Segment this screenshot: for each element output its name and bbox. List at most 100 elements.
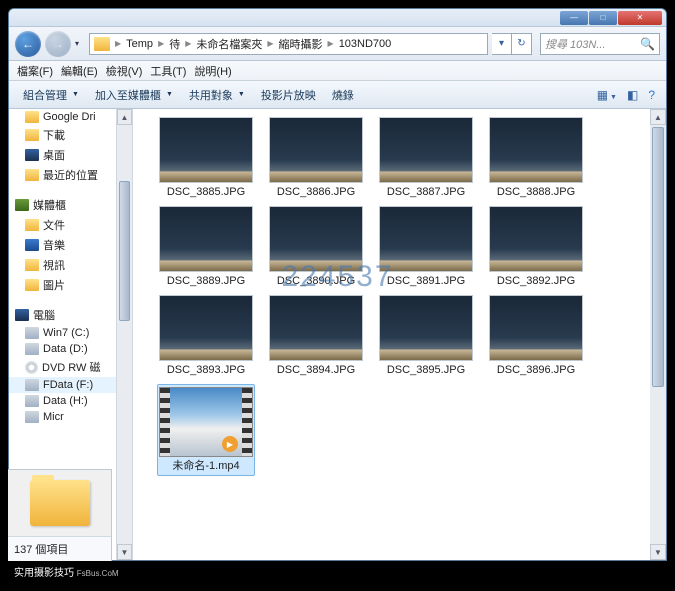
menu-help[interactable]: 說明(H): [192, 63, 233, 79]
address-dropdown-button[interactable]: ▾: [492, 33, 512, 55]
tree-item-desktop[interactable]: 桌面: [9, 145, 116, 165]
address-bar[interactable]: ▶ Temp ▶ 待 ▶ 未命名檔案夾 ▶ 縮時攝影 ▶ 103ND700: [89, 33, 488, 55]
tree-item-dvd[interactable]: DVD RW 磁: [9, 357, 116, 377]
maximize-button[interactable]: □: [589, 11, 617, 25]
file-item[interactable]: DSC_3885.JPG: [157, 117, 255, 198]
chevron-right-icon[interactable]: ▶: [158, 39, 164, 48]
organize-button[interactable]: 組合管理▼: [15, 87, 87, 103]
scroll-down-button[interactable]: ▼: [650, 544, 666, 560]
file-item[interactable]: DSC_3891.JPG: [377, 206, 475, 287]
watermark-corner: 实用摄影技巧 FsBus.CoM: [8, 562, 125, 581]
recent-icon: [25, 169, 39, 181]
image-thumbnail: [269, 117, 363, 183]
libraries-icon: [15, 199, 29, 211]
file-item[interactable]: DSC_3886.JPG: [267, 117, 365, 198]
file-label: DSC_3885.JPG: [167, 186, 245, 198]
nav-bar: ← → ▾ ▶ Temp ▶ 待 ▶ 未命名檔案夾 ▶ 縮時攝影 ▶ 103ND…: [9, 27, 666, 61]
burn-button[interactable]: 燒錄: [324, 87, 362, 103]
tree-item-music[interactable]: 音樂: [9, 235, 116, 255]
file-item[interactable]: DSC_3893.JPG: [157, 295, 255, 376]
tree-item-recent[interactable]: 最近的位置: [9, 165, 116, 185]
tree-item-computer[interactable]: 電腦: [9, 305, 116, 325]
file-label: DSC_3892.JPG: [497, 275, 575, 287]
tree-scrollbar[interactable]: ▲ ▼: [117, 109, 133, 560]
menu-file[interactable]: 檔案(F): [15, 63, 55, 79]
file-item[interactable]: DSC_3890.JPG: [267, 206, 365, 287]
scroll-thumb[interactable]: [119, 181, 130, 321]
file-item-selected[interactable]: ▶ 未命名-1.mp4: [157, 384, 255, 476]
file-label: DSC_3895.JPG: [387, 364, 465, 376]
breadcrumb[interactable]: 縮時攝影: [279, 36, 323, 52]
tree-item-documents[interactable]: 文件: [9, 215, 116, 235]
tree-item-gdrive[interactable]: Google Dri: [9, 109, 116, 125]
tree-item-drive-d[interactable]: Data (D:): [9, 341, 116, 357]
preview-pane-button[interactable]: ◧: [622, 88, 643, 102]
scroll-thumb[interactable]: [652, 127, 664, 387]
downloads-icon: [25, 129, 39, 141]
titlebar: — □ ✕: [9, 9, 666, 27]
search-icon[interactable]: 🔍: [640, 37, 655, 51]
nav-history-dropdown[interactable]: ▾: [75, 39, 85, 48]
file-item[interactable]: DSC_3894.JPG: [267, 295, 365, 376]
file-label: DSC_3894.JPG: [277, 364, 355, 376]
file-label: DSC_3886.JPG: [277, 186, 355, 198]
chevron-right-icon[interactable]: ▶: [328, 39, 334, 48]
file-item[interactable]: DSC_3889.JPG: [157, 206, 255, 287]
menu-view[interactable]: 檢視(V): [104, 63, 145, 79]
menu-edit[interactable]: 編輯(E): [59, 63, 100, 79]
close-button[interactable]: ✕: [618, 11, 662, 25]
search-placeholder: 搜尋 103N...: [545, 36, 606, 52]
file-item[interactable]: DSC_3888.JPG: [487, 117, 585, 198]
music-icon: [25, 239, 39, 251]
file-scrollbar[interactable]: ▲ ▼: [650, 109, 666, 560]
desktop-icon: [25, 149, 39, 161]
drive-icon: [25, 327, 39, 339]
status-bar-count: 137 個項目: [8, 536, 111, 561]
tree-item-micro[interactable]: Micr: [9, 409, 116, 425]
slideshow-button[interactable]: 投影片放映: [253, 87, 324, 103]
scroll-up-button[interactable]: ▲: [117, 109, 132, 125]
menu-tools[interactable]: 工具(T): [148, 63, 188, 79]
tree-item-downloads[interactable]: 下載: [9, 125, 116, 145]
chevron-right-icon[interactable]: ▶: [185, 39, 191, 48]
back-button[interactable]: ←: [15, 31, 41, 57]
share-button[interactable]: 共用對象▼: [181, 87, 253, 103]
tree-item-drive-f[interactable]: FData (F:): [9, 377, 116, 393]
tree-item-drive-h[interactable]: Data (H:): [9, 393, 116, 409]
help-button[interactable]: ?: [643, 88, 660, 102]
file-item[interactable]: DSC_3892.JPG: [487, 206, 585, 287]
tree-item-pictures[interactable]: 圖片: [9, 275, 116, 295]
chevron-right-icon[interactable]: ▶: [115, 39, 121, 48]
file-label: 未命名-1.mp4: [172, 457, 239, 473]
scroll-down-button[interactable]: ▼: [117, 544, 132, 560]
video-thumbnail: ▶: [159, 387, 253, 457]
tree-item-libraries[interactable]: 媒體櫃: [9, 195, 116, 215]
file-grid[interactable]: DSC_3885.JPG DSC_3886.JPG DSC_3887.JPG D…: [133, 109, 650, 560]
forward-button[interactable]: →: [45, 31, 71, 57]
search-input[interactable]: 搜尋 103N... 🔍: [540, 33, 660, 55]
tree-item-drive-c[interactable]: Win7 (C:): [9, 325, 116, 341]
image-thumbnail: [489, 117, 583, 183]
include-library-button[interactable]: 加入至媒體櫃▼: [87, 87, 181, 103]
breadcrumb[interactable]: 待: [169, 36, 180, 52]
menu-bar: 檔案(F) 編輯(E) 檢視(V) 工具(T) 說明(H): [9, 61, 666, 81]
file-item[interactable]: DSC_3887.JPG: [377, 117, 475, 198]
computer-icon: [15, 309, 29, 321]
image-thumbnail: [159, 206, 253, 272]
tree-item-videos[interactable]: 視訊: [9, 255, 116, 275]
file-label: DSC_3896.JPG: [497, 364, 575, 376]
image-thumbnail: [379, 117, 473, 183]
file-item[interactable]: DSC_3896.JPG: [487, 295, 585, 376]
file-item[interactable]: DSC_3895.JPG: [377, 295, 475, 376]
view-options-button[interactable]: ▦▼: [592, 88, 622, 102]
dvd-icon: [25, 361, 38, 374]
file-label: DSC_3888.JPG: [497, 186, 575, 198]
file-label: DSC_3890.JPG: [277, 275, 355, 287]
minimize-button[interactable]: —: [560, 11, 588, 25]
breadcrumb[interactable]: Temp: [126, 38, 153, 50]
refresh-button[interactable]: ↻: [512, 33, 532, 55]
breadcrumb[interactable]: 103ND700: [339, 38, 392, 50]
breadcrumb[interactable]: 未命名檔案夾: [196, 36, 262, 52]
chevron-right-icon[interactable]: ▶: [267, 39, 273, 48]
scroll-up-button[interactable]: ▲: [650, 109, 666, 125]
